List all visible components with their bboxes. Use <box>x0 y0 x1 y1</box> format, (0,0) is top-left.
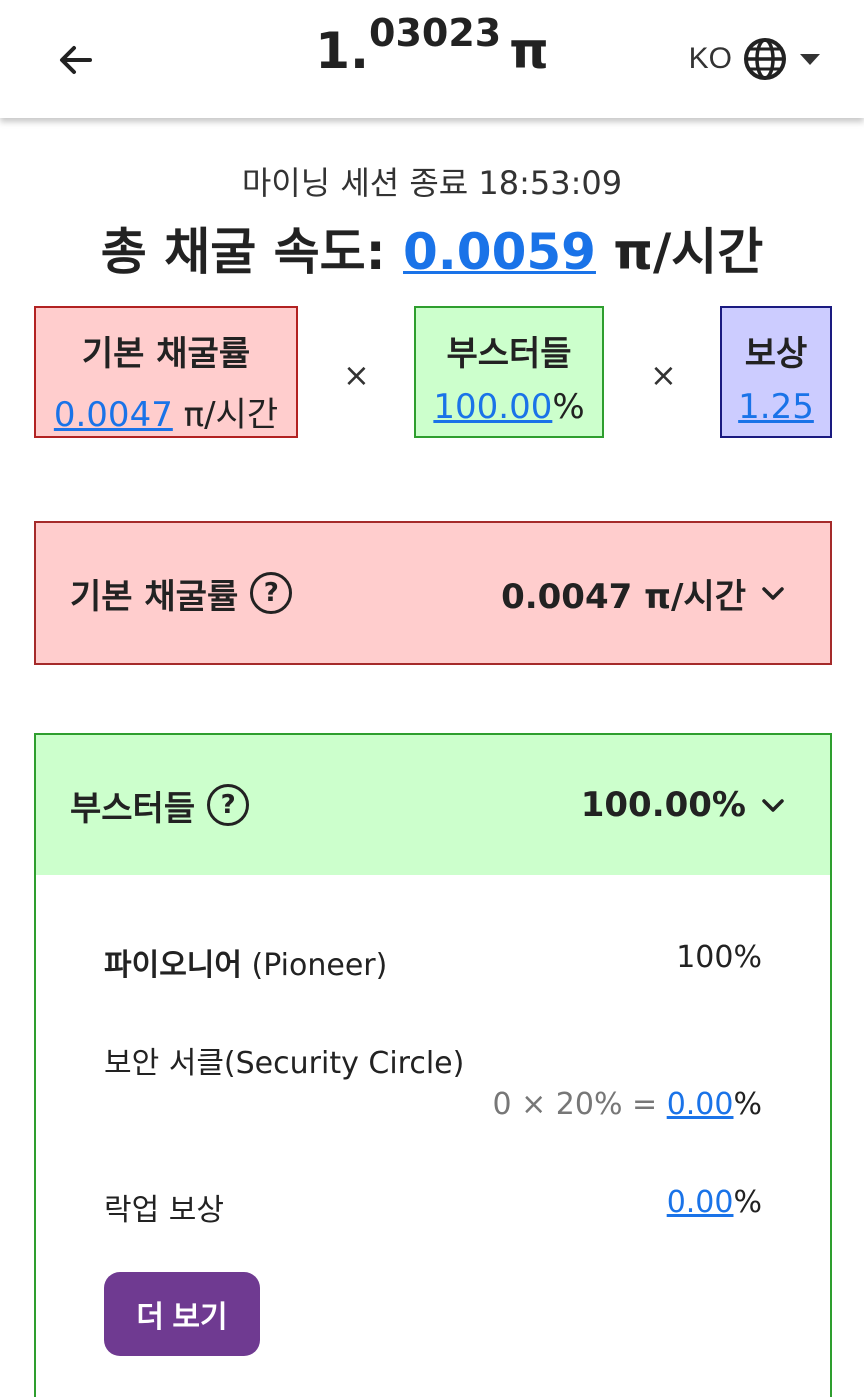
multiply-sign: × <box>343 356 370 394</box>
base-rate-box: 기본 채굴률 0.0047 π/시간 <box>34 306 298 438</box>
booster-section-value: 100.00% <box>580 785 746 825</box>
see-more-button[interactable]: 더 보기 <box>104 1272 260 1356</box>
security-circle-value-link[interactable]: 0.00 <box>667 1087 734 1122</box>
base-rate-box-title: 기본 채굴률 <box>81 334 251 374</box>
multiply-sign: × <box>650 356 677 394</box>
language-selector[interactable]: KO <box>689 36 822 82</box>
reward-link[interactable]: 1.25 <box>738 387 814 427</box>
lockup-reward-value-link[interactable]: 0.00 <box>667 1185 734 1220</box>
balance-integer: 1. <box>315 22 370 80</box>
reward-box: 보상 1.25 <box>720 306 832 438</box>
booster-box: 부스터들 100.00% <box>414 306 604 438</box>
base-rate-box-value-row: 0.0047 π/시간 <box>36 387 296 436</box>
base-rate-section-title: 기본 채굴률 <box>70 576 239 617</box>
security-circle-value-row: 0 × 20% = 0.00% <box>493 1087 763 1122</box>
chevron-down-icon <box>762 799 784 812</box>
base-rate-unit: π/시간 <box>172 395 279 435</box>
total-rate-unit: π/시간 <box>613 223 764 281</box>
reward-box-title: 보상 <box>744 334 808 374</box>
pioneer-label-en: (Pioneer) <box>242 948 388 983</box>
lockup-reward-unit: % <box>733 1185 762 1220</box>
pioneer-label: 파이오니어 (Pioneer) <box>104 940 387 984</box>
help-icon[interactable]: ? <box>207 784 250 826</box>
security-circle-formula: 0 × 20% = <box>492 1087 667 1122</box>
booster-section: 부스터들 ? 100.00% 파이오니어 (Pioneer) 100% 보안 서… <box>34 733 832 1397</box>
security-circle-unit: % <box>733 1087 762 1122</box>
help-icon[interactable]: ? <box>250 572 293 614</box>
globe-icon <box>744 38 786 80</box>
base-rate-section-value: 0.0047 π/시간 <box>501 576 746 617</box>
reward-box-value-row: 1.25 <box>722 387 830 427</box>
booster-section-value-wrap: 100.00% <box>581 785 786 825</box>
base-rate-section-value-wrap: 0.0047 π/시간 <box>501 569 786 618</box>
total-mining-rate: 총 채굴 속도: 0.0059 π/시간 <box>0 212 864 284</box>
base-rate-section: 기본 채굴률 ? 0.0047 π/시간 <box>34 521 832 665</box>
lockup-reward-value-row: 0.00% <box>667 1185 762 1220</box>
chevron-down-icon <box>762 587 784 600</box>
pioneer-value: 100% <box>676 940 762 975</box>
balance-unit: π <box>509 22 549 80</box>
mining-session-end: 마이닝 세션 종료 18:53:09 <box>241 164 623 202</box>
booster-box-value-row: 100.00% <box>416 387 602 427</box>
security-circle-label: 보안 서클(Security Circle) <box>104 1046 465 1081</box>
balance-decimal: 03023 <box>369 11 502 55</box>
pioneer-label-ko: 파이오니어 <box>104 948 242 983</box>
total-rate-label: 총 채굴 속도: <box>100 223 386 281</box>
lockup-reward-label: 락업 보상 <box>104 1193 224 1228</box>
base-rate-link[interactable]: 0.0047 <box>54 395 173 435</box>
booster-section-title: 부스터들 <box>70 788 196 829</box>
base-rate-section-header[interactable]: 기본 채굴률 ? 0.0047 π/시간 <box>36 523 830 663</box>
booster-box-title: 부스터들 <box>446 334 572 374</box>
booster-unit: % <box>552 387 585 427</box>
language-code: KO <box>688 42 732 75</box>
caret-down-icon <box>800 54 820 65</box>
top-app-bar: 1.03023 π KO <box>0 0 864 118</box>
booster-section-header[interactable]: 부스터들 ? 100.00% <box>36 735 830 875</box>
total-rate-value-link[interactable]: 0.0059 <box>403 223 596 281</box>
booster-link[interactable]: 100.00 <box>433 387 552 427</box>
